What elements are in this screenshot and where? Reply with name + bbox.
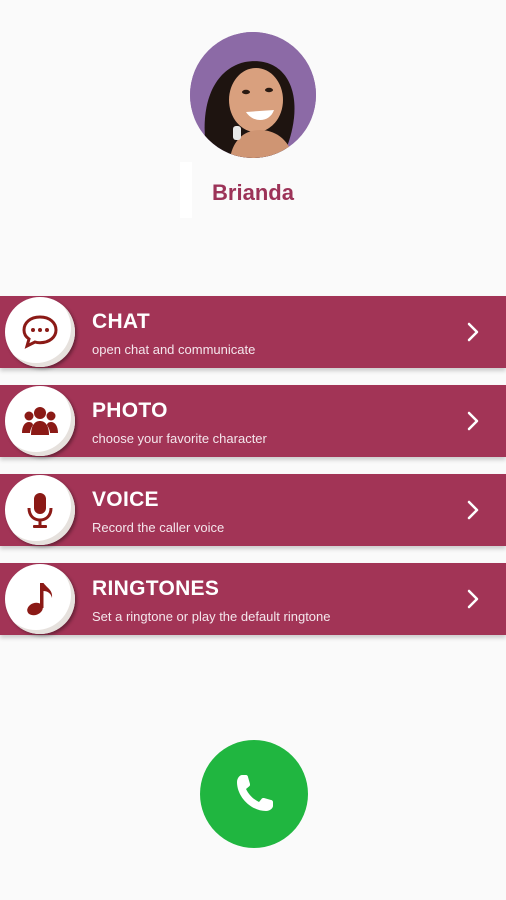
menu-item-title: RINGTONES (92, 577, 220, 600)
chevron-right-icon (467, 322, 479, 342)
microphone-icon (5, 475, 75, 545)
menu-item-voice[interactable]: VOICE Record the caller voice (0, 474, 506, 546)
chat-bubble-icon (5, 297, 75, 367)
menu-item-subtitle: Set a ringtone or play the default ringt… (92, 609, 331, 624)
menu-item-chat[interactable]: CHAT open chat and communicate (0, 296, 506, 368)
phone-icon (237, 775, 273, 811)
contact-name: Brianda (212, 180, 294, 205)
chevron-right-icon (467, 411, 479, 431)
chevron-right-icon (467, 500, 479, 520)
people-group-icon (5, 386, 75, 456)
menu-item-title: PHOTO (92, 399, 168, 422)
music-note-icon (5, 564, 75, 634)
contact-avatar (190, 32, 316, 158)
menu-item-ringtones[interactable]: RINGTONES Set a ringtone or play the def… (0, 563, 506, 635)
menu-item-title: VOICE (92, 488, 159, 511)
menu-item-subtitle: Record the caller voice (92, 520, 225, 535)
menu-item-photo[interactable]: PHOTO choose your favorite character (0, 385, 506, 457)
menu-item-title: CHAT (92, 310, 150, 333)
chevron-right-icon (467, 589, 479, 609)
menu-item-subtitle: choose your favorite character (92, 431, 267, 446)
call-button[interactable] (200, 740, 308, 848)
menu-item-subtitle: open chat and communicate (92, 342, 256, 357)
avatar-image (190, 32, 316, 158)
